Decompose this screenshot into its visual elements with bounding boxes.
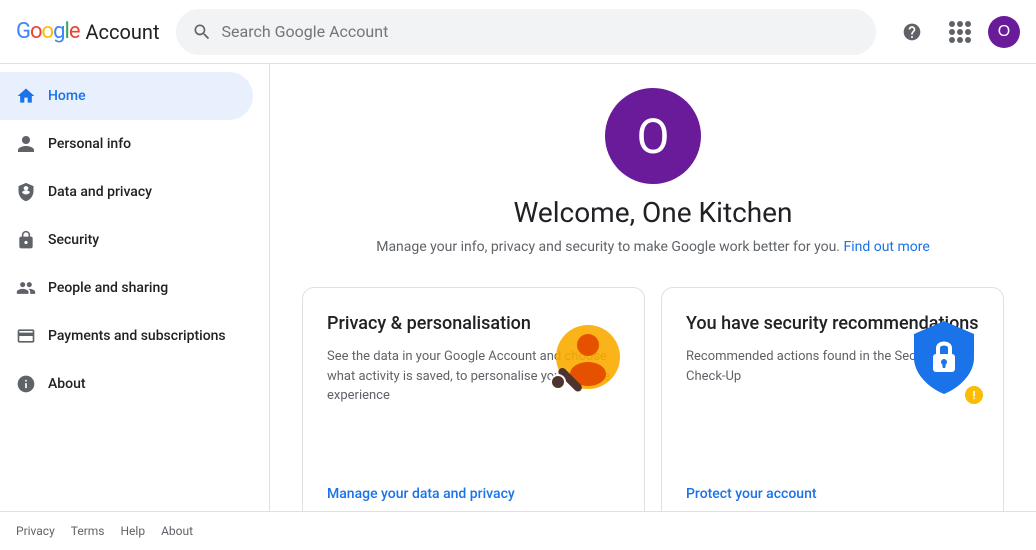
footer-link-terms[interactable]: Terms	[71, 524, 105, 538]
header-actions: O	[892, 12, 1020, 52]
warning-badge: !	[965, 386, 983, 404]
sidebar-label-security: Security	[48, 232, 99, 248]
sidebar-label-people-sharing: People and sharing	[48, 280, 168, 296]
sidebar-item-personal-info[interactable]: Personal info	[0, 120, 253, 168]
sidebar-item-home[interactable]: Home	[0, 72, 253, 120]
security-illustration: !	[909, 316, 979, 400]
search-bar	[176, 9, 877, 55]
subtitle-text: Manage your info, privacy and security t…	[376, 239, 930, 255]
sidebar-item-about[interactable]: About	[0, 360, 253, 408]
header-title: Account	[85, 20, 159, 44]
shield-wrap: !	[909, 316, 979, 400]
grid-icon	[949, 21, 971, 43]
cards-container: Privacy & personalisation See the data i…	[302, 287, 1004, 511]
footer: Privacy Terms Help About	[0, 511, 1036, 550]
credit-card-icon	[16, 326, 36, 346]
sidebar-label-payments: Payments and subscriptions	[48, 328, 226, 344]
security-card: You have security recommendations Recomm…	[661, 287, 1004, 511]
footer-link-privacy[interactable]: Privacy	[16, 524, 55, 538]
sidebar-item-payments[interactable]: Payments and subscriptions	[0, 312, 253, 360]
privacy-illustration	[538, 312, 628, 406]
profile-section: O Welcome, One Kitchen Manage your info,…	[376, 88, 930, 255]
privacy-card-link[interactable]: Manage your data and privacy	[327, 486, 620, 502]
shield-check-icon	[16, 182, 36, 202]
main-content: O Welcome, One Kitchen Manage your info,…	[270, 64, 1036, 511]
sidebar-item-people-sharing[interactable]: People and sharing	[0, 264, 253, 312]
apps-button[interactable]	[940, 12, 980, 52]
info-icon	[16, 374, 36, 394]
welcome-heading: Welcome, One Kitchen	[513, 196, 792, 229]
sidebar-label-personal-info: Personal info	[48, 136, 131, 152]
profile-avatar: O	[605, 88, 701, 184]
help-button[interactable]	[892, 12, 932, 52]
security-card-link[interactable]: Protect your account	[686, 486, 979, 502]
footer-link-help[interactable]: Help	[121, 524, 146, 538]
sidebar-label-home: Home	[48, 88, 86, 104]
search-icon	[192, 22, 212, 42]
find-out-more-link[interactable]: Find out more	[843, 239, 929, 255]
user-avatar-button[interactable]: O	[988, 16, 1020, 48]
shield-icon-svg	[909, 316, 979, 396]
person-icon	[16, 134, 36, 154]
google-logo: Google	[16, 19, 79, 44]
header: Google Account O	[0, 0, 1036, 64]
lock-icon	[16, 230, 36, 250]
main-layout: Home Personal info Data and privacy Secu…	[0, 64, 1036, 511]
home-icon	[16, 86, 36, 106]
sidebar-item-data-privacy[interactable]: Data and privacy	[0, 168, 253, 216]
privacy-card: Privacy & personalisation See the data i…	[302, 287, 645, 511]
avatar-initial: O	[998, 23, 1010, 41]
sidebar: Home Personal info Data and privacy Secu…	[0, 64, 270, 511]
search-input[interactable]	[222, 22, 861, 41]
help-icon	[902, 22, 922, 42]
sidebar-label-about: About	[48, 376, 86, 392]
sidebar-label-data-privacy: Data and privacy	[48, 184, 152, 200]
people-icon	[16, 278, 36, 298]
logo: Google Account	[16, 19, 160, 44]
sidebar-item-security[interactable]: Security	[0, 216, 253, 264]
footer-link-about[interactable]: About	[161, 524, 193, 538]
profile-initial: O	[636, 108, 669, 165]
